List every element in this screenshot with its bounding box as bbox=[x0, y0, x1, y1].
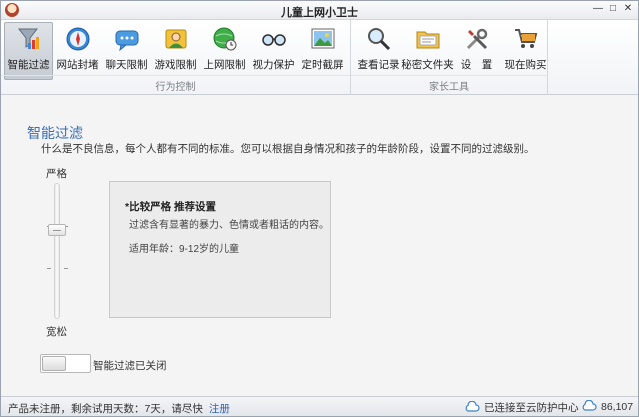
behavior-control-group: 智能过滤 网站封堵 聊天限制 游戏限制 上网限制 视力保护 定时截屏 行为控制 bbox=[1, 20, 351, 95]
cloud-protection-count: 86,107 bbox=[581, 399, 634, 414]
page-title: 智能过滤 bbox=[27, 125, 83, 141]
game-limit-button[interactable]: 游戏限制 bbox=[151, 22, 200, 80]
site-block-label: 网站封堵 bbox=[56, 59, 99, 71]
chat-bubble-icon bbox=[113, 25, 141, 53]
view-records-button[interactable]: 查看记录 bbox=[354, 22, 403, 80]
site-block-button[interactable]: 网站封堵 bbox=[53, 22, 102, 80]
cloud-connection-status: 已连接至云防护中心 bbox=[464, 400, 579, 415]
magnifier-icon bbox=[365, 25, 393, 53]
title-bar: 儿童上网小卫士 — □ ✕ bbox=[1, 1, 638, 20]
cloud-count-text: 86,107 bbox=[601, 401, 634, 413]
tools-icon bbox=[463, 25, 491, 53]
timed-screenshot-button[interactable]: 定时截屏 bbox=[298, 22, 347, 80]
window-title: 儿童上网小卫士 bbox=[281, 7, 358, 19]
trial-status: 产品未注册，剩余试用天数：7天，请尽快 注册 bbox=[8, 401, 230, 416]
settings-button[interactable]: 设 置 bbox=[452, 22, 501, 80]
cloud-icon bbox=[464, 400, 480, 415]
filter-level-slider[interactable] bbox=[54, 183, 60, 319]
picture-icon bbox=[309, 25, 337, 53]
filter-level-description: 过滤含有显著的暴力、色情或者粗话的内容。 bbox=[129, 220, 329, 231]
smart-filter-button[interactable]: 智能过滤 bbox=[4, 22, 53, 80]
cart-icon bbox=[512, 25, 540, 53]
filter-funnel-icon bbox=[15, 25, 43, 53]
parent-tools-group: 查看记录 秘密文件夹 设 置 现在购买 家长工具 bbox=[351, 20, 548, 95]
eye-protection-button[interactable]: 视力保护 bbox=[249, 22, 298, 80]
main-content: 智能过滤 什么是不良信息，每个人都有不同的标准。您可以根据自身情况和孩子的年龄阶… bbox=[1, 96, 638, 396]
cloud-status-text: 已连接至云防护中心 bbox=[484, 402, 579, 414]
toggle-knob bbox=[42, 356, 66, 371]
register-link[interactable]: 注册 bbox=[209, 403, 230, 415]
settings-label: 设 置 bbox=[460, 59, 493, 71]
slider-top-label: 严格 bbox=[46, 168, 67, 180]
cloud-icon bbox=[581, 399, 597, 414]
smart-filter-label: 智能过滤 bbox=[7, 59, 50, 71]
status-bar: 产品未注册，剩余试用天数：7天，请尽快 注册 已连接至云防护中心 86,107 bbox=[1, 396, 638, 416]
view-records-label: 查看记录 bbox=[357, 59, 400, 71]
close-button[interactable]: ✕ bbox=[621, 3, 635, 16]
game-person-icon bbox=[162, 25, 190, 53]
slider-bottom-label: 宽松 bbox=[46, 326, 67, 338]
folder-icon bbox=[414, 25, 442, 53]
buy-now-label: 现在购买 bbox=[504, 59, 547, 71]
eye-protection-label: 视力保护 bbox=[252, 59, 295, 71]
filter-level-age: 适用年龄：9-12岁的儿童 bbox=[129, 244, 240, 255]
secret-folder-button[interactable]: 秘密文件夹 bbox=[401, 22, 454, 80]
compass-icon bbox=[64, 25, 92, 53]
trial-status-text: 产品未注册，剩余试用天数：7天，请尽快 bbox=[8, 403, 203, 415]
smart-filter-toggle-label: 智能过滤已关闭 bbox=[93, 360, 167, 372]
chat-limit-button[interactable]: 聊天限制 bbox=[102, 22, 151, 80]
buy-now-button[interactable]: 现在购买 bbox=[501, 22, 550, 80]
game-limit-label: 游戏限制 bbox=[154, 59, 197, 71]
ribbon-toolbar: 智能过滤 网站封堵 聊天限制 游戏限制 上网限制 视力保护 定时截屏 行为控制 … bbox=[1, 20, 638, 95]
slider-tick bbox=[64, 268, 68, 269]
chat-limit-label: 聊天限制 bbox=[105, 59, 148, 71]
window-controls: — □ ✕ bbox=[591, 3, 635, 16]
behavior-control-group-label: 行为控制 bbox=[1, 75, 350, 93]
internet-limit-button[interactable]: 上网限制 bbox=[200, 22, 249, 80]
smart-filter-toggle[interactable] bbox=[40, 354, 91, 373]
maximize-button[interactable]: □ bbox=[606, 3, 620, 16]
filter-level-title: *比较严格 推荐设置 bbox=[125, 201, 217, 213]
timed-screenshot-label: 定时截屏 bbox=[301, 59, 344, 71]
app-window: 儿童上网小卫士 — □ ✕ 智能过滤 网站封堵 聊天限制 游戏限制 上网限制 视… bbox=[0, 0, 639, 417]
parent-tools-group-label: 家长工具 bbox=[351, 75, 547, 93]
glasses-icon bbox=[260, 25, 288, 53]
globe-icon bbox=[211, 25, 239, 53]
secret-folder-label: 秘密文件夹 bbox=[401, 59, 454, 71]
internet-limit-label: 上网限制 bbox=[203, 59, 246, 71]
slider-tick bbox=[47, 268, 51, 269]
minimize-button[interactable]: — bbox=[591, 3, 605, 16]
filter-level-info-panel: *比较严格 推荐设置 过滤含有显著的暴力、色情或者粗话的内容。 适用年龄：9-1… bbox=[109, 181, 331, 318]
slider-thumb[interactable] bbox=[48, 224, 66, 236]
page-description: 什么是不良信息，每个人都有不同的标准。您可以根据自身情况和孩子的年龄阶段，设置不… bbox=[41, 143, 535, 155]
